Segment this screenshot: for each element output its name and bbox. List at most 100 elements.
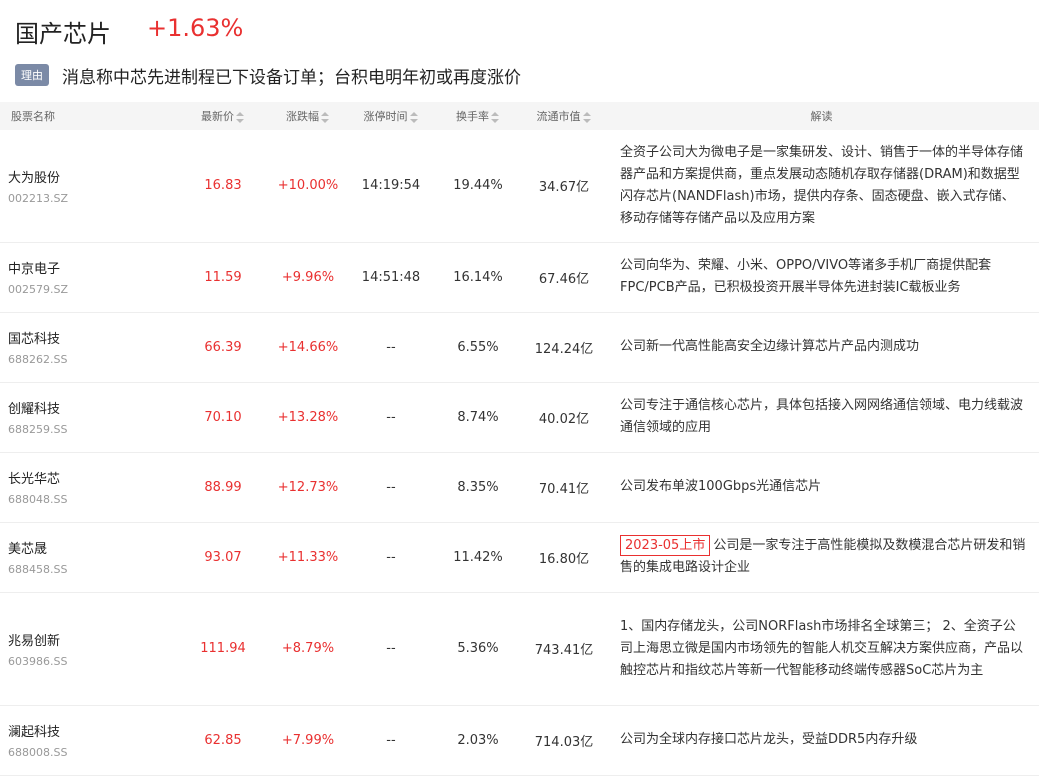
stock-table: 股票名称 最新价 涨跌幅 涨停时间 换手率 流通市值 解读 大为股份 002213… — [0, 102, 1039, 776]
market-cap: 40.02亿 — [538, 411, 590, 427]
change: +12.73% — [277, 479, 339, 495]
description-text: 公司向华为、荣耀、小米、OPPO/VIVO等诸多手机厂商提供配套FPC/PCB产… — [620, 258, 992, 295]
col-mktcap[interactable]: 流通市值 — [524, 102, 604, 130]
table-row[interactable]: 长光华芯 688048.SS 88.99 +12.73% -- 8.35% 70.41亿 公司… — [0, 452, 1039, 522]
limit-time: -- — [386, 641, 396, 656]
stock-code: 002213.SZ — [8, 191, 69, 205]
change: +11.33% — [277, 549, 339, 565]
stock-code: 688048.SS — [8, 493, 68, 506]
market-cap: 70.41亿 — [538, 481, 590, 497]
col-name: 股票名称 — [11, 110, 55, 123]
turnover: 19.44% — [453, 178, 503, 194]
turnover: 5.36% — [457, 641, 499, 656]
stock-code: 688008.SS — [8, 746, 68, 759]
market-cap: 67.46亿 — [538, 271, 590, 287]
description-text: 公司新一代高性能高安全边缘计算芯片产品内测成功 — [620, 339, 920, 354]
turnover: 8.35% — [457, 479, 499, 495]
col-change[interactable]: 涨跌幅 — [266, 102, 350, 130]
stock-name-cell[interactable]: 创耀科技 688259.SS — [0, 382, 150, 452]
table-header: 股票名称 最新价 涨跌幅 涨停时间 换手率 流通市值 解读 — [0, 102, 1039, 130]
stock-name[interactable]: 美芯晟 — [8, 538, 150, 557]
stock-name-cell[interactable]: 长光华芯 688048.SS — [0, 452, 150, 522]
stock-name[interactable]: 澜起科技 — [8, 721, 150, 740]
sector-header: 国产芯片 +1.63% — [0, 0, 1039, 58]
change: +10.00% — [277, 178, 339, 194]
limit-time: -- — [386, 549, 396, 565]
price: 11.59 — [204, 269, 242, 285]
turnover: 11.42% — [453, 549, 503, 565]
stock-code: 688262.SS — [8, 353, 68, 366]
stock-name[interactable]: 长光华芯 — [8, 468, 150, 487]
turnover: 2.03% — [457, 732, 499, 748]
stock-code: 688458.SS — [8, 563, 68, 576]
market-cap: 34.67亿 — [538, 180, 590, 196]
table-row[interactable]: 美芯晟 688458.SS 93.07 +11.33% -- 11.42% 16.80亿 20… — [0, 522, 1039, 592]
turnover: 8.74% — [457, 409, 499, 425]
sort-icon[interactable] — [409, 111, 419, 123]
sort-icon[interactable] — [236, 111, 245, 123]
stock-name-cell[interactable]: 中京电子 002579.SZ — [0, 242, 150, 312]
stock-code: 688259.SS — [8, 423, 68, 436]
limit-time: 14:51:48 — [361, 269, 421, 285]
description: 公司新一代高性能高安全边缘计算芯片产品内测成功 — [604, 312, 1039, 382]
description-text: 全资子公司大为微电子是一家集研发、设计、销售于一体的半导体存储器产品和方案提供商… — [620, 144, 1024, 226]
price: 66.39 — [204, 339, 242, 355]
reason-row: 理由 消息称中芯先进制程已下设备订单；台积电明年初或再度涨价 — [15, 64, 521, 88]
description: 公司向华为、荣耀、小米、OPPO/VIVO等诸多手机厂商提供配套FPC/PCB产… — [604, 242, 1039, 312]
table-row[interactable]: 兆易创新 603986.SS 111.94 +8.79% -- 5.36% 743.41亿 1… — [0, 592, 1039, 705]
description-text: 1、国内存储龙头，公司NORFlash市场排名全球第三； 2、全资子公司上海思立… — [620, 618, 1024, 678]
sort-icon[interactable] — [491, 111, 500, 123]
col-price[interactable]: 最新价 — [150, 102, 266, 130]
price: 16.83 — [204, 178, 242, 194]
market-cap: 714.03亿 — [534, 734, 594, 750]
description: 1、国内存储龙头，公司NORFlash市场排名全球第三； 2、全资子公司上海思立… — [604, 592, 1039, 705]
sector-change: +1.63% — [147, 14, 244, 42]
table-row[interactable]: 中京电子 002579.SZ 11.59 +9.96% 14:51:48 16.14% 67… — [0, 242, 1039, 312]
stock-name-cell[interactable]: 美芯晟 688458.SS — [0, 522, 150, 592]
limit-time: -- — [386, 479, 396, 495]
price: 88.99 — [204, 479, 242, 495]
stock-code: 603986.SS — [8, 654, 68, 668]
listing-tag: 2023-05上市 — [620, 535, 711, 556]
description: 全资子公司大为微电子是一家集研发、设计、销售于一体的半导体存储器产品和方案提供商… — [604, 130, 1039, 242]
table-row[interactable]: 国芯科技 688262.SS 66.39 +14.66% -- 6.55% 124.24亿 公… — [0, 312, 1039, 382]
change: +9.96% — [281, 269, 335, 285]
stock-name-cell[interactable]: 兆易创新 603986.SS — [0, 592, 150, 705]
reason-text: 消息称中芯先进制程已下设备订单；台积电明年初或再度涨价 — [62, 67, 521, 88]
sort-icon[interactable] — [321, 111, 330, 123]
stock-name-cell[interactable]: 澜起科技 688008.SS — [0, 705, 150, 775]
table-row[interactable]: 澜起科技 688008.SS 62.85 +7.99% -- 2.03% 714.03亿 公司… — [0, 705, 1039, 775]
stock-name-cell[interactable]: 国芯科技 688262.SS — [0, 312, 150, 382]
market-cap: 743.41亿 — [534, 643, 594, 658]
change: +8.79% — [281, 641, 335, 656]
sector-title: 国产芯片 — [15, 20, 111, 48]
stock-name-cell[interactable]: 大为股份 002213.SZ — [0, 130, 150, 242]
price: 62.85 — [204, 732, 242, 748]
change: +14.66% — [277, 339, 339, 355]
stock-code: 002579.SZ — [8, 283, 69, 296]
table-row[interactable]: 大为股份 002213.SZ 16.83 +10.00% 14:19:54 19.44% 3… — [0, 130, 1039, 242]
description: 公司发布单波100Gbps光通信芯片 — [604, 452, 1039, 522]
col-turnover[interactable]: 换手率 — [432, 102, 524, 130]
stock-name[interactable]: 兆易创新 — [8, 630, 150, 649]
description-text: 公司发布单波100Gbps光通信芯片 — [620, 479, 822, 494]
price: 111.94 — [200, 641, 246, 656]
description-text: 公司为全球内存接口芯片龙头，受益DDR5内存升级 — [620, 732, 918, 747]
col-limit-time[interactable]: 涨停时间 — [350, 102, 432, 130]
limit-time: -- — [386, 409, 396, 425]
description: 公司专注于通信核心芯片，具体包括接入网网络通信领域、电力线载波通信领域的应用 — [604, 382, 1039, 452]
sort-icon[interactable] — [582, 111, 592, 123]
stock-name[interactable]: 大为股份 — [8, 167, 150, 186]
stock-name[interactable]: 国芯科技 — [8, 328, 150, 347]
stock-name[interactable]: 创耀科技 — [8, 398, 150, 417]
col-desc: 解读 — [810, 110, 833, 123]
description-text: 公司专注于通信核心芯片，具体包括接入网网络通信领域、电力线载波通信领域的应用 — [620, 398, 1024, 435]
table-row[interactable]: 创耀科技 688259.SS 70.10 +13.28% -- 8.74% 40.02亿 公司… — [0, 382, 1039, 452]
reason-tag: 理由 — [15, 64, 49, 86]
market-cap: 16.80亿 — [538, 551, 590, 567]
turnover: 16.14% — [453, 269, 503, 285]
limit-time: 14:19:54 — [361, 178, 421, 194]
stock-name[interactable]: 中京电子 — [8, 258, 150, 277]
description: 公司为全球内存接口芯片龙头，受益DDR5内存升级 — [604, 705, 1039, 775]
description: 2023-05上市 公司是一家专注于高性能模拟及数模混合芯片研发和销售的集成电路设… — [604, 522, 1039, 592]
